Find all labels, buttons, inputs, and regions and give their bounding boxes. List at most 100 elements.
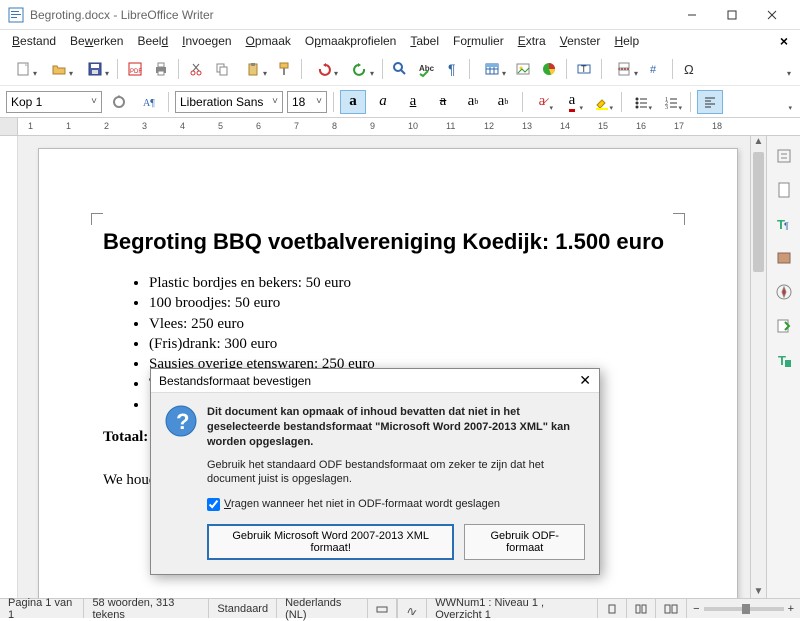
insert-table-button[interactable] xyxy=(475,57,509,81)
keep-format-button[interactable]: Gebruik Microsoft Word 2007-2013 XML for… xyxy=(207,524,454,560)
status-page[interactable]: Pagina 1 van 1 xyxy=(0,599,84,618)
sidebar-styles-icon[interactable]: T¶ xyxy=(772,212,796,236)
scroll-up-icon[interactable]: ▲ xyxy=(751,136,766,152)
insert-field-button[interactable]: # xyxy=(643,57,667,81)
close-button[interactable] xyxy=(752,1,792,29)
spellcheck-button[interactable]: Abc xyxy=(414,57,438,81)
insert-page-break-button[interactable] xyxy=(607,57,641,81)
insert-chart-button[interactable] xyxy=(537,57,561,81)
italic-button[interactable]: a xyxy=(370,90,396,114)
sidebar-style-inspector-icon[interactable]: T xyxy=(772,348,796,372)
svg-text:¶: ¶ xyxy=(784,221,789,231)
clone-formatting-button[interactable] xyxy=(272,57,296,81)
bold-button[interactable]: a xyxy=(340,90,366,114)
bullets-button[interactable] xyxy=(628,90,654,114)
scrollbar-thumb[interactable] xyxy=(753,152,764,272)
insert-textbox-button[interactable]: T xyxy=(572,57,596,81)
strikethrough-button[interactable]: a xyxy=(430,90,456,114)
print-button[interactable] xyxy=(149,57,173,81)
list-item[interactable]: Vlees: 250 euro xyxy=(149,314,673,334)
new-style-button[interactable]: A¶ xyxy=(136,90,162,114)
clear-formatting-button[interactable]: a̷ xyxy=(529,90,555,114)
horizontal-ruler[interactable]: 1123456789101112131415161718 xyxy=(18,118,800,135)
insert-symbol-button[interactable]: Ω xyxy=(678,57,702,81)
new-button[interactable] xyxy=(6,57,40,81)
dialog-checkbox[interactable]: Vragen wanneer het niet in ODF-formaat w… xyxy=(207,497,585,512)
zoom-out-icon[interactable]: − xyxy=(693,603,699,615)
minimize-button[interactable] xyxy=(672,1,712,29)
sidebar-page-icon[interactable] xyxy=(772,178,796,202)
menu-venster[interactable]: Venster xyxy=(554,32,607,50)
redo-button[interactable] xyxy=(343,57,377,81)
align-left-button[interactable] xyxy=(697,90,723,114)
more-button[interactable] xyxy=(760,57,794,81)
paste-button[interactable] xyxy=(236,57,270,81)
highlight-button[interactable] xyxy=(589,90,615,114)
status-signature-icon[interactable] xyxy=(397,599,427,618)
sidebar-manage-changes-icon[interactable] xyxy=(772,314,796,338)
dialog-close-button[interactable]: ✕ xyxy=(579,372,591,389)
svg-text:¶: ¶ xyxy=(448,61,456,77)
list-item[interactable]: 100 broodjes: 50 euro xyxy=(149,293,673,313)
vertical-scrollbar[interactable]: ▲ ▼ xyxy=(750,136,766,602)
sidebar-navigator-icon[interactable] xyxy=(772,280,796,304)
update-style-button[interactable] xyxy=(106,90,132,114)
use-odf-button[interactable]: Gebruik ODF-formaat xyxy=(464,524,585,560)
list-item[interactable]: (Fris)drank: 300 euro xyxy=(149,334,673,354)
ask-odf-checkbox[interactable] xyxy=(207,498,220,511)
heading-1[interactable]: Begroting BBQ voetbalvereniging Koedijk:… xyxy=(103,229,673,255)
export-pdf-button[interactable]: PDF xyxy=(123,57,147,81)
dialog-titlebar[interactable]: Bestandsformaat bevestigen ✕ xyxy=(151,369,599,393)
ruler-row: 1123456789101112131415161718 xyxy=(0,118,800,136)
list-item[interactable]: Plastic bordjes en bekers: 50 euro xyxy=(149,273,673,293)
menu-beeld[interactable]: Beeld xyxy=(131,32,174,50)
paragraph-style-combo[interactable]: Kop 1 xyxy=(6,91,102,113)
status-style[interactable]: Standaard xyxy=(209,599,277,618)
svg-text:?: ? xyxy=(176,409,189,434)
status-view-multi-icon[interactable] xyxy=(627,599,656,618)
sidebar-gallery-icon[interactable] xyxy=(772,246,796,270)
undo-button[interactable] xyxy=(307,57,341,81)
menu-invoegen[interactable]: Invoegen xyxy=(176,32,237,50)
menu-formulier[interactable]: Formulier xyxy=(447,32,510,50)
save-button[interactable] xyxy=(78,57,112,81)
font-name-combo[interactable]: Liberation Sans xyxy=(175,91,283,113)
vertical-ruler[interactable] xyxy=(0,136,18,602)
copy-button[interactable] xyxy=(210,57,234,81)
font-color-button[interactable]: a xyxy=(559,90,585,114)
underline-button[interactable]: a xyxy=(400,90,426,114)
zoom-in-icon[interactable]: + xyxy=(788,603,794,615)
dialog-title: Bestandsformaat bevestigen xyxy=(159,374,311,388)
superscript-button[interactable]: ab xyxy=(460,90,486,114)
close-document-button[interactable]: × xyxy=(774,33,794,49)
find-replace-button[interactable] xyxy=(388,57,412,81)
menu-tabel[interactable]: Tabel xyxy=(404,32,445,50)
menu-bewerken[interactable]: Bewerken xyxy=(64,32,129,50)
insert-image-button[interactable] xyxy=(511,57,535,81)
status-view-book-icon[interactable] xyxy=(656,599,687,618)
menu-bestand[interactable]: Bestand xyxy=(6,32,62,50)
sidebar-properties-icon[interactable] xyxy=(772,144,796,168)
status-language[interactable]: Nederlands (NL) xyxy=(277,599,368,618)
status-view-single-icon[interactable] xyxy=(598,599,627,618)
zoom-slider[interactable] xyxy=(704,607,784,611)
maximize-button[interactable] xyxy=(712,1,752,29)
menu-help[interactable]: Help xyxy=(608,32,645,50)
svg-text:A¶: A¶ xyxy=(143,98,155,109)
cut-button[interactable] xyxy=(184,57,208,81)
menu-opmaakprofielen[interactable]: Opmaakprofielen xyxy=(299,32,402,50)
open-button[interactable] xyxy=(42,57,76,81)
numbering-button[interactable]: 123 xyxy=(658,90,684,114)
status-wordcount[interactable]: 58 woorden, 313 tekens xyxy=(84,599,209,618)
subscript-button[interactable]: ab xyxy=(490,90,516,114)
dialog-message-bold: Dit document kan opmaak of inhoud bevatt… xyxy=(207,405,585,450)
zoom-control[interactable]: − + xyxy=(687,603,800,615)
menu-extra[interactable]: Extra xyxy=(512,32,552,50)
more-format-button[interactable] xyxy=(768,90,794,114)
formatting-marks-button[interactable]: ¶ xyxy=(440,57,464,81)
menu-opmaak[interactable]: Opmaak xyxy=(240,32,297,50)
status-numbering[interactable]: WWNum1 : Niveau 1 , Overzicht 1 xyxy=(427,599,598,618)
status-insert-mode-icon[interactable] xyxy=(368,599,397,618)
font-size-combo[interactable]: 18 xyxy=(287,91,327,113)
titlebar: Begroting.docx - LibreOffice Writer xyxy=(0,0,800,30)
